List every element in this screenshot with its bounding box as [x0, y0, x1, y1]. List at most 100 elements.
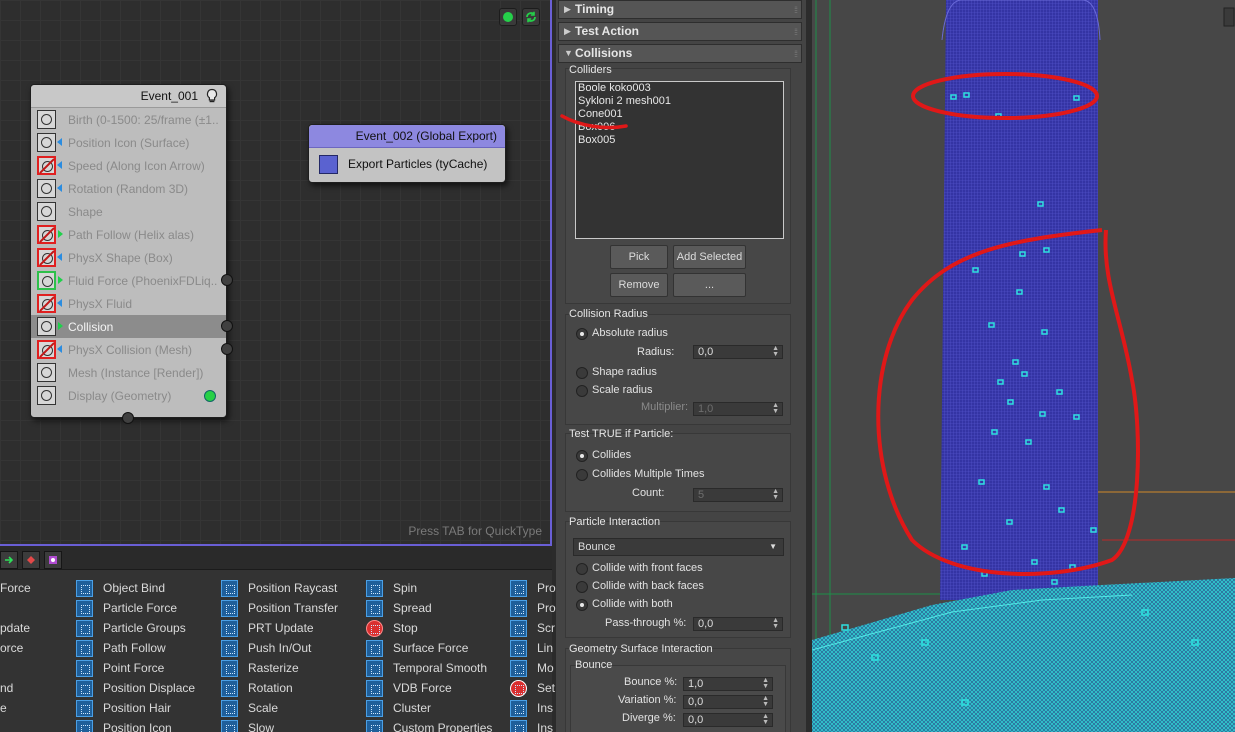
depot-operator[interactable]: Custom Properties	[366, 718, 492, 732]
depot-operator[interactable]: Pro	[510, 578, 556, 598]
collides-radio[interactable]	[576, 450, 588, 462]
variation-spinner[interactable]: 0,0 ▲ ▼	[683, 695, 773, 709]
depot-operator[interactable]: Push In/Out	[221, 638, 338, 658]
depot-operator[interactable]: Object Bind	[76, 578, 195, 598]
depot-operator[interactable]: pdate	[0, 618, 31, 638]
depot-operator[interactable]: Pro	[510, 598, 556, 618]
operator-row[interactable]: Shape	[31, 200, 226, 223]
depot-tab-utility[interactable]	[44, 551, 62, 569]
3d-viewport[interactable]	[812, 0, 1235, 732]
operator-row[interactable]: PhysX Fluid	[31, 292, 226, 315]
depot-operator[interactable]: Lin	[510, 638, 556, 658]
event-001-node[interactable]: Event_001 Birth (0-1500: 25/frame (±1...…	[30, 84, 233, 424]
multiplier-spinner[interactable]: 1,0 ▲ ▼	[693, 402, 783, 416]
depot-operator[interactable]: Ins	[510, 718, 556, 732]
depot-operator[interactable]: Position Raycast	[221, 578, 338, 598]
depot-tab-test[interactable]	[22, 551, 40, 569]
depot-operator[interactable]: Ins	[510, 698, 556, 718]
depot-operator[interactable]: Position Icon	[76, 718, 195, 732]
depot-operator[interactable]: Rasterize	[221, 658, 338, 678]
export-particles-operator[interactable]: Export Particles (tyCache)	[309, 148, 505, 180]
shape-radius-radio[interactable]	[576, 367, 588, 379]
operator-row[interactable]: Rotation (Random 3D)	[31, 177, 226, 200]
depot-operator[interactable]: VDB Force	[366, 678, 492, 698]
depot-operator[interactable]: Scale	[221, 698, 338, 718]
operator-row[interactable]: Path Follow (Helix alas)	[31, 223, 226, 246]
event-002-node[interactable]: Event_002 (Global Export) Export Particl…	[308, 124, 506, 183]
depot-operator[interactable]: Temporal Smooth	[366, 658, 492, 678]
operator-row[interactable]: Collision	[31, 315, 233, 338]
depot-operator[interactable]: Set	[510, 678, 556, 698]
depot-operator[interactable]: Spread	[366, 598, 492, 618]
depot-operator[interactable]: Position Displace	[76, 678, 195, 698]
operator-row[interactable]: PhysX Shape (Box)	[31, 246, 226, 269]
display-toggle-icon[interactable]	[204, 390, 216, 402]
depot-operator[interactable]: e	[0, 698, 31, 718]
depot-operator[interactable]: Rotation	[221, 678, 338, 698]
add-selected-button[interactable]: Add Selected	[673, 245, 746, 269]
refresh-button[interactable]	[522, 8, 540, 26]
expanded-arrow-icon: ▼	[564, 48, 573, 58]
count-spinner[interactable]: 5 ▲ ▼	[693, 488, 783, 502]
rollout-collisions[interactable]: ▼ Collisions ⁞⁞	[558, 44, 802, 63]
radius-spinner[interactable]: 0,0 ▲ ▼	[693, 345, 783, 359]
depot-operator[interactable]: Force	[0, 578, 31, 598]
operator-row[interactable]: Speed (Along Icon Arrow)	[31, 154, 226, 177]
operator-row[interactable]: PhysX Collision (Mesh)	[31, 338, 233, 361]
depot-operator[interactable]: Path Follow	[76, 638, 195, 658]
depot-operator[interactable]	[0, 598, 31, 618]
depot-tab-flow[interactable]	[0, 551, 18, 569]
depot-operator[interactable]: Particle Groups	[76, 618, 195, 638]
particle-flow-editor[interactable]: Event_001 Birth (0-1500: 25/frame (±1...…	[0, 0, 552, 546]
collider-list-item[interactable]: Boole koko003	[576, 82, 783, 95]
test-output-socket[interactable]	[221, 320, 233, 332]
depot-operator[interactable]: Position Hair	[76, 698, 195, 718]
depot-operator[interactable]: nd	[0, 678, 31, 698]
pass-through-spinner[interactable]: 0,0 ▲ ▼	[693, 617, 783, 631]
front-faces-radio[interactable]	[576, 563, 588, 575]
back-faces-radio[interactable]	[576, 581, 588, 593]
rollout-test-action[interactable]: ▶ Test Action ⁞⁞	[558, 22, 802, 41]
event-001-output-socket[interactable]	[122, 412, 134, 424]
depot-operator[interactable]	[0, 658, 31, 678]
green-dot-button[interactable]	[499, 8, 517, 26]
rollout-timing[interactable]: ▶ Timing ⁞⁞	[558, 0, 802, 19]
remove-button[interactable]: Remove	[610, 273, 668, 297]
operator-row[interactable]: Position Icon (Surface)	[31, 131, 226, 154]
test-output-socket[interactable]	[221, 343, 233, 355]
operator-icon	[221, 619, 238, 637]
collider-list-item[interactable]: Box005	[576, 134, 783, 147]
depot-operator-label: VDB Force	[393, 681, 452, 695]
more-button[interactable]: ...	[673, 273, 746, 297]
depot-operator[interactable]: Cluster	[366, 698, 492, 718]
depot-operator[interactable]: Particle Force	[76, 598, 195, 618]
event-001-header[interactable]: Event_001	[31, 85, 226, 108]
depot-operator[interactable]: Spin	[366, 578, 492, 598]
depot-operator[interactable]: orce	[0, 638, 31, 658]
depot-operator[interactable]: Surface Force	[366, 638, 492, 658]
depot-operator[interactable]: Mo	[510, 658, 556, 678]
diverge-spinner[interactable]: 0,0 ▲ ▼	[683, 713, 773, 727]
event-002-header[interactable]: Event_002 (Global Export)	[309, 125, 505, 148]
depot-operator[interactable]: PRT Update	[221, 618, 338, 638]
depot-operator[interactable]: Scr	[510, 618, 556, 638]
depot-operator[interactable]: Point Force	[76, 658, 195, 678]
operator-row[interactable]: Fluid Force (PhoenixFDLiq...	[31, 269, 233, 292]
operator-row[interactable]: Birth (0-1500: 25/frame (±1...	[31, 108, 226, 131]
bounce-spinner[interactable]: 1,0 ▲ ▼	[683, 677, 773, 691]
scale-radius-radio[interactable]	[576, 385, 588, 397]
collides-multiple-radio[interactable]	[576, 469, 588, 481]
lightbulb-icon[interactable]	[204, 88, 220, 104]
collider-list-item[interactable]: Sykloni 2 mesh001	[576, 95, 783, 108]
depot-operator[interactable]: Stop	[366, 618, 492, 638]
both-faces-radio[interactable]	[576, 599, 588, 611]
interaction-mode-dropdown[interactable]: Bounce ▼	[573, 538, 784, 556]
test-output-socket[interactable]	[221, 274, 233, 286]
depot-operator[interactable]: Position Transfer	[221, 598, 338, 618]
colliders-listbox[interactable]: Boole koko003 Sykloni 2 mesh001 Cone001 Box…	[575, 81, 784, 239]
absolute-radius-radio[interactable]	[576, 328, 588, 340]
pick-button[interactable]: Pick	[610, 245, 668, 269]
operator-row[interactable]: Display (Geometry)	[31, 384, 226, 407]
depot-operator[interactable]: Slow	[221, 718, 338, 732]
operator-row[interactable]: Mesh (Instance [Render])	[31, 361, 226, 384]
